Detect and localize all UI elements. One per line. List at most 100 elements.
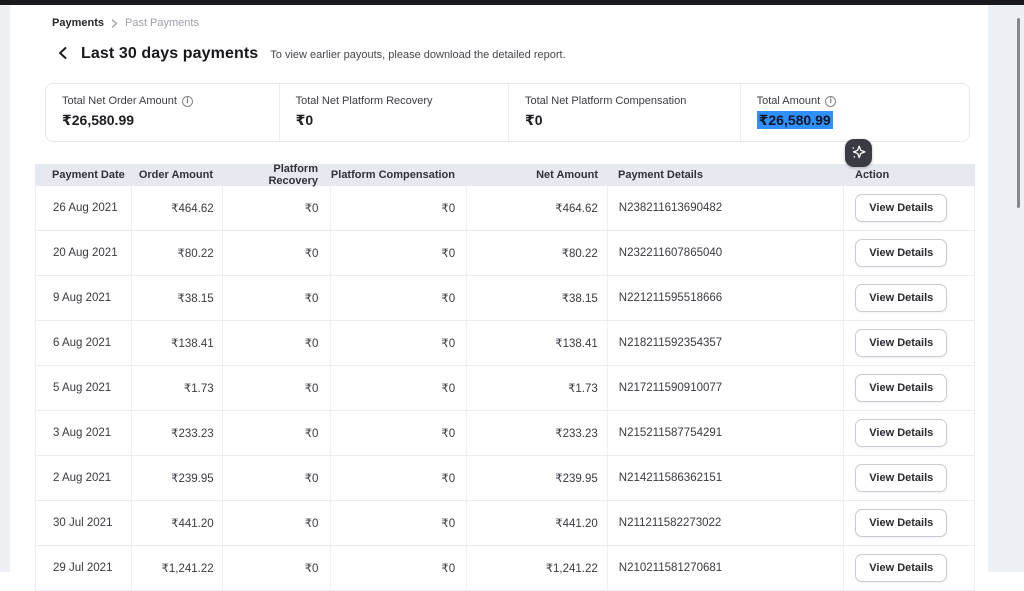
chevron-right-icon: [111, 19, 118, 28]
cell-net-amount: ₹80.22: [466, 231, 607, 275]
sparkle-icon: [850, 143, 867, 163]
cell-order-amount: ₹464.62: [131, 186, 222, 230]
breadcrumb: Payments Past Payments: [52, 17, 988, 29]
breadcrumb-item-past-payments: Past Payments: [125, 17, 199, 29]
cell-platform-compensation: ₹0: [330, 231, 466, 275]
view-details-button[interactable]: View Details: [855, 329, 947, 357]
cell-payment-date: 30 Jul 2021: [36, 501, 131, 545]
summary-card-label: Total Amount: [757, 95, 821, 107]
summary-card-value: ₹0: [296, 112, 492, 129]
cell-payment-date: 26 Aug 2021: [36, 186, 131, 230]
cell-platform-compensation: ₹0: [330, 321, 466, 365]
breadcrumb-item-payments[interactable]: Payments: [52, 17, 104, 29]
main-content: Payments Past Payments Last 30 days paym…: [10, 5, 988, 572]
view-details-button[interactable]: View Details: [855, 239, 947, 267]
summary-card-total-net-platform-compensation: Total Net Platform Compensation ₹0: [508, 84, 740, 141]
cell-net-amount: ₹1.73: [466, 366, 607, 410]
cell-payment-details: N215211587754291: [607, 411, 843, 455]
table-header-row: Payment Date Order Amount Platform Recov…: [35, 164, 975, 186]
cell-net-amount: ₹441.20: [466, 501, 607, 545]
cell-payment-date: 3 Aug 2021: [36, 411, 131, 455]
view-details-button[interactable]: View Details: [855, 284, 947, 312]
cell-payment-date: 9 Aug 2021: [36, 276, 131, 320]
cell-net-amount: ₹38.15: [466, 276, 607, 320]
summary-card-total-amount: Total Amount i ₹26,580.99: [740, 84, 969, 141]
table-row: 26 Aug 2021 ₹464.62 ₹0 ₹0 ₹464.62 N23821…: [35, 186, 975, 231]
cell-payment-details: N232211607865040: [607, 231, 843, 275]
view-details-button[interactable]: View Details: [855, 194, 947, 222]
cell-platform-compensation: ₹0: [330, 366, 466, 410]
scrollbar-thumb[interactable]: [1017, 18, 1020, 208]
cell-action: View Details: [843, 546, 974, 590]
cell-order-amount: ₹233.23: [131, 411, 222, 455]
cell-payment-details: N217211590910077: [607, 366, 843, 410]
cell-platform-compensation: ₹0: [330, 546, 466, 590]
cell-order-amount: ₹1.73: [131, 366, 222, 410]
view-details-button[interactable]: View Details: [855, 509, 947, 537]
back-button[interactable]: [57, 46, 69, 63]
view-details-button[interactable]: View Details: [855, 374, 947, 402]
summary-card-label: Total Net Order Amount: [62, 95, 177, 107]
cell-payment-details: N218211592354357: [607, 321, 843, 365]
scrollbar-track[interactable]: [988, 5, 1024, 572]
cell-order-amount: ₹441.20: [131, 501, 222, 545]
table-row: 30 Jul 2021 ₹441.20 ₹0 ₹0 ₹441.20 N21121…: [35, 501, 975, 546]
cell-payment-date: 29 Jul 2021: [36, 546, 131, 590]
cell-platform-recovery: ₹0: [222, 231, 331, 275]
cell-payment-details: N210211581270681: [607, 546, 843, 590]
table-row: 2 Aug 2021 ₹239.95 ₹0 ₹0 ₹239.95 N214211…: [35, 456, 975, 501]
cell-platform-recovery: ₹0: [222, 546, 331, 590]
cell-order-amount: ₹80.22: [131, 231, 222, 275]
window-top-bar: [0, 0, 1024, 5]
summary-card-total-net-platform-recovery: Total Net Platform Recovery ₹0: [279, 84, 508, 141]
cell-net-amount: ₹1,241.22: [466, 546, 607, 590]
cell-platform-compensation: ₹0: [330, 501, 466, 545]
payments-table: Payment Date Order Amount Platform Recov…: [35, 164, 975, 591]
cell-action: View Details: [843, 321, 974, 365]
cell-order-amount: ₹138.41: [131, 321, 222, 365]
cell-platform-recovery: ₹0: [222, 411, 331, 455]
cell-platform-recovery: ₹0: [222, 186, 331, 230]
cell-action: View Details: [843, 366, 974, 410]
info-icon[interactable]: i: [182, 96, 193, 107]
column-header-platform-recovery: Platform Recovery: [221, 163, 330, 187]
table-row: 9 Aug 2021 ₹38.15 ₹0 ₹0 ₹38.15 N22121159…: [35, 276, 975, 321]
table-row: 6 Aug 2021 ₹138.41 ₹0 ₹0 ₹138.41 N218211…: [35, 321, 975, 366]
view-details-button[interactable]: View Details: [855, 419, 947, 447]
cell-payment-details: N221211595518666: [607, 276, 843, 320]
cell-platform-compensation: ₹0: [330, 276, 466, 320]
cell-action: View Details: [843, 231, 974, 275]
table-row: 3 Aug 2021 ₹233.23 ₹0 ₹0 ₹233.23 N215211…: [35, 411, 975, 456]
cell-payment-details: N214211586362151: [607, 456, 843, 500]
cell-action: View Details: [843, 501, 974, 545]
cell-net-amount: ₹239.95: [466, 456, 607, 500]
cell-payment-date: 6 Aug 2021: [36, 321, 131, 365]
table-row: 5 Aug 2021 ₹1.73 ₹0 ₹0 ₹1.73 N2172115909…: [35, 366, 975, 411]
view-details-button[interactable]: View Details: [855, 464, 947, 492]
cell-payment-date: 5 Aug 2021: [36, 366, 131, 410]
cell-platform-compensation: ₹0: [330, 456, 466, 500]
cell-order-amount: ₹1,241.22: [131, 546, 222, 590]
cell-platform-recovery: ₹0: [222, 366, 331, 410]
page-left-gutter: [0, 5, 10, 572]
cell-platform-recovery: ₹0: [222, 501, 331, 545]
cell-net-amount: ₹233.23: [466, 411, 607, 455]
column-header-payment-date: Payment Date: [35, 169, 130, 181]
cell-action: View Details: [843, 186, 974, 230]
cell-action: View Details: [843, 411, 974, 455]
page-title: Last 30 days payments: [81, 45, 258, 63]
cell-platform-recovery: ₹0: [222, 321, 331, 365]
table-row: 20 Aug 2021 ₹80.22 ₹0 ₹0 ₹80.22 N2322116…: [35, 231, 975, 276]
cell-order-amount: ₹239.95: [131, 456, 222, 500]
chevron-left-icon: [57, 46, 69, 63]
column-header-net-amount: Net Amount: [466, 169, 607, 181]
view-details-button[interactable]: View Details: [855, 554, 947, 582]
info-icon[interactable]: i: [825, 96, 836, 107]
cell-action: View Details: [843, 456, 974, 500]
summary-cards: Total Net Order Amount i ₹26,580.99 Tota…: [45, 83, 970, 142]
cell-payment-details: N238211613690482: [607, 186, 843, 230]
summary-card-value: ₹0: [525, 112, 724, 129]
cell-net-amount: ₹138.41: [466, 321, 607, 365]
assistant-sparkle-button[interactable]: [845, 139, 872, 167]
table-body: 26 Aug 2021 ₹464.62 ₹0 ₹0 ₹464.62 N23821…: [35, 186, 975, 591]
